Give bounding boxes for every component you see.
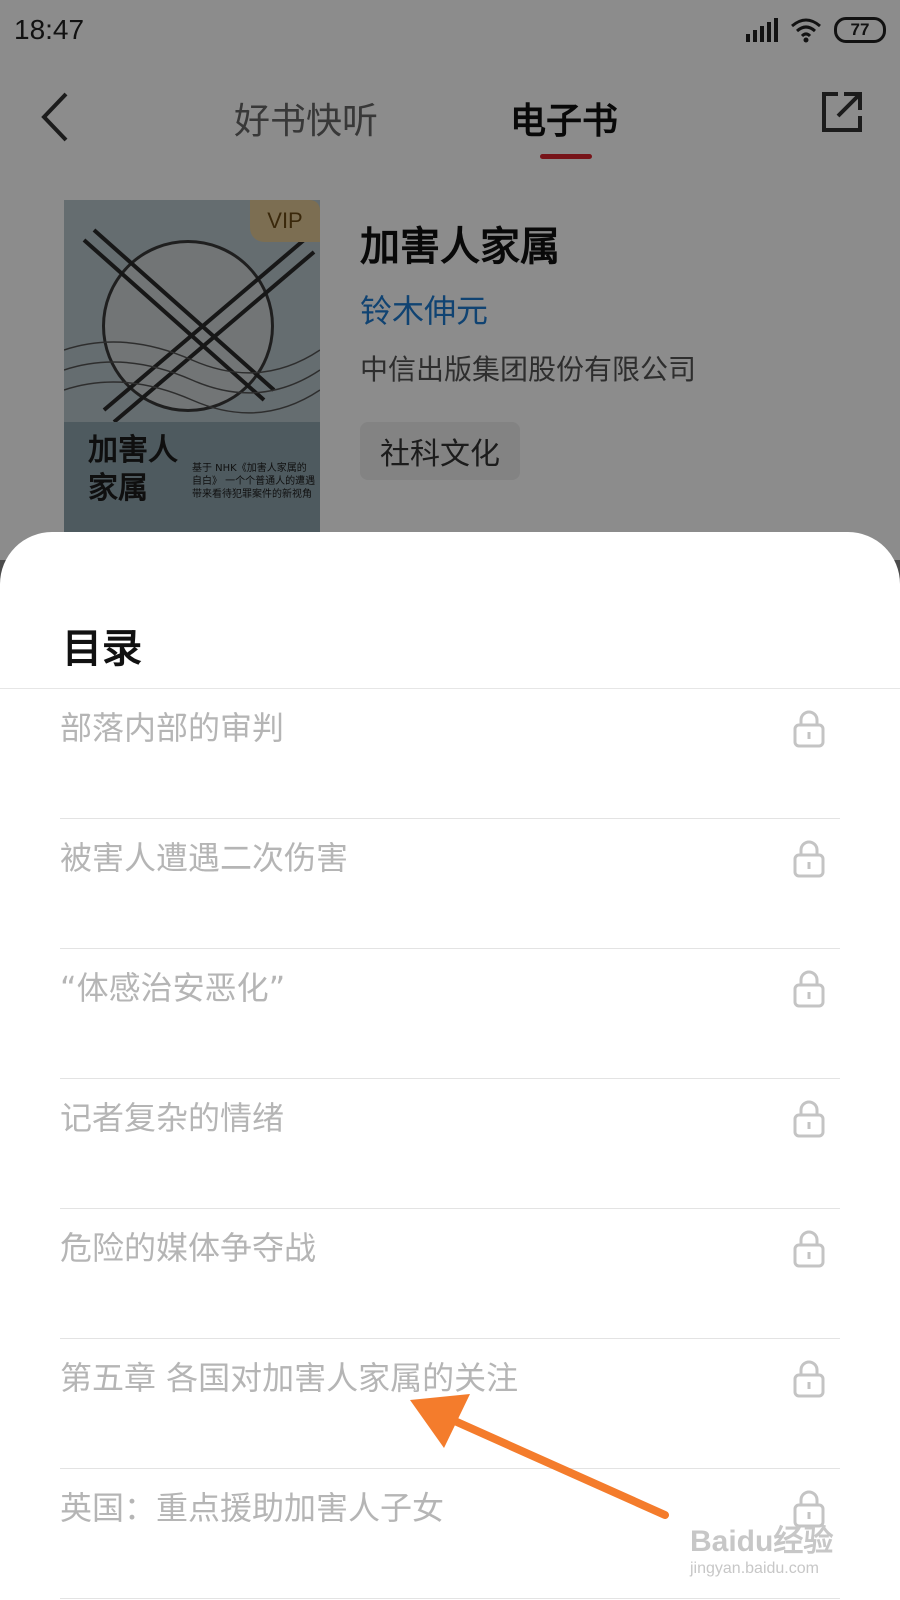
lock-icon bbox=[793, 710, 825, 748]
toc-item[interactable]: 第五章 各国对加害人家属的关注 bbox=[0, 1339, 900, 1469]
toc-item-label: 危险的媒体争夺战 bbox=[60, 1229, 317, 1267]
lock-icon bbox=[793, 840, 825, 878]
toc-item-label: 被害人遭遇二次伤害 bbox=[60, 839, 349, 877]
toc-bottom-sheet: 目录 部落内部的审判 被害人遭遇二次伤害 “体感治安恶化” 记者复杂的情绪 危险… bbox=[0, 532, 900, 1600]
toc-item-label: 英国：重点援助加害人子女 bbox=[60, 1489, 445, 1527]
baidu-watermark: Baidu经验 jingyan.baidu.com bbox=[690, 1516, 860, 1586]
lock-icon bbox=[793, 1230, 825, 1268]
toc-item-label: 记者复杂的情绪 bbox=[60, 1099, 285, 1137]
watermark-url: jingyan.baidu.com bbox=[690, 1560, 819, 1577]
toc-item[interactable]: 被害人遭遇二次伤害 bbox=[0, 819, 900, 949]
toc-item[interactable]: “体感治安恶化” bbox=[0, 949, 900, 1079]
lock-icon bbox=[793, 1360, 825, 1398]
toc-item[interactable]: 记者复杂的情绪 bbox=[0, 1079, 900, 1209]
toc-list[interactable]: 部落内部的审判 被害人遭遇二次伤害 “体感治安恶化” 记者复杂的情绪 危险的媒体… bbox=[0, 689, 900, 1599]
lock-icon bbox=[793, 1100, 825, 1138]
watermark-logo: Baidu经验 bbox=[690, 1525, 834, 1558]
toc-item-label: “体感治安恶化” bbox=[60, 969, 286, 1007]
toc-item-label: 第五章 各国对加害人家属的关注 bbox=[60, 1359, 519, 1397]
toc-title: 目录 bbox=[62, 626, 142, 672]
toc-item[interactable]: 危险的媒体争夺战 bbox=[0, 1209, 900, 1339]
toc-item-label: 部落内部的审判 bbox=[60, 709, 285, 747]
lock-icon bbox=[793, 970, 825, 1008]
toc-item[interactable]: 部落内部的审判 bbox=[0, 689, 900, 819]
